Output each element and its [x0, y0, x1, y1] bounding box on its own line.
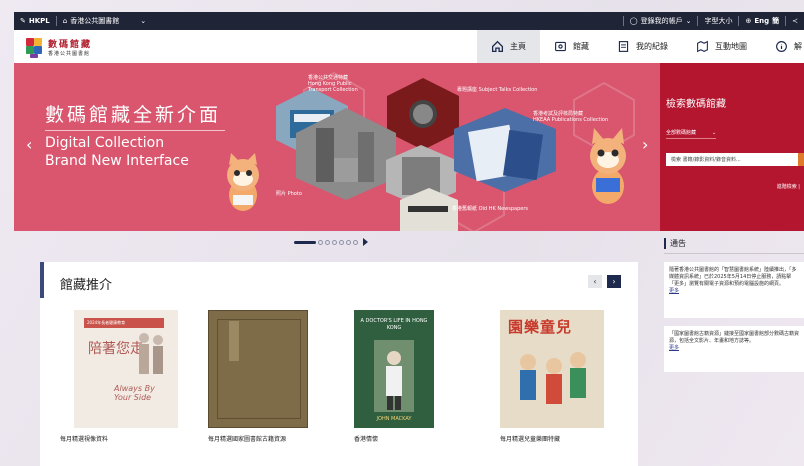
hero-label-newspapers[interactable]: 香港舊報紙 Old HK Newspapers — [452, 206, 528, 212]
info-icon — [776, 41, 787, 52]
recommend-section: 館藏推介 ‹ › 2024年長者健康教育 陪著您走 Always By Your… — [40, 262, 638, 466]
book-cover-4[interactable]: 園樂童兒 — [500, 310, 604, 428]
play-icon[interactable] — [363, 238, 368, 246]
notice-more-link-1[interactable]: 更多 — [669, 288, 799, 295]
home-icon — [491, 40, 504, 53]
search-title: 檢索數碼館藏 — [666, 99, 726, 110]
notices-header: 通告 — [664, 238, 686, 249]
search-panel: 檢索數碼館藏 全部數碼館藏 ⌄ 檢索 書籍/錄影資料/錄音資料... 進階檢索 … — [660, 63, 804, 231]
notice-more-link-2[interactable]: 更多 — [669, 345, 799, 352]
hkpl-brand[interactable]: ✎ HKPL — [14, 17, 56, 25]
hero-label-transport[interactable]: 香港公共交通特藏 Hong Kong Public Transport Coll… — [308, 75, 358, 93]
carousel-dot[interactable] — [332, 239, 337, 245]
hero-subtitle-1: Digital Collection — [45, 135, 165, 151]
nav-my-record[interactable]: 我的紀錄 — [603, 30, 682, 63]
notices-divider — [664, 253, 804, 254]
book-caption-4[interactable]: 每月精選兒童樂團特藏 — [500, 434, 560, 443]
chevron-down-icon: ⌄ — [712, 129, 717, 136]
notice-item-2: 「國家圖書館古籍資源」鏈接至國家圖書館部分數碼古籍資源，包括全文影片、年畫和地方… — [664, 326, 804, 372]
section-accent — [40, 262, 44, 298]
collection-select[interactable]: 全部數碼館藏 ⌄ — [666, 129, 717, 139]
chevron-down-icon: ⌄ — [685, 17, 692, 25]
site-logo[interactable]: 數碼館藏 香港公共圖書館 — [14, 35, 92, 59]
children-illustration — [520, 352, 586, 404]
book-cover-2[interactable] — [208, 310, 308, 428]
search-button[interactable] — [798, 153, 804, 166]
street-photo — [296, 108, 396, 200]
globe-icon: ⊕ — [745, 17, 752, 25]
logo-subtitle: 香港公共圖書館 — [48, 50, 91, 57]
notices-title: 通告 — [670, 239, 686, 248]
carousel-dot[interactable] — [346, 239, 351, 245]
site-header: 數碼館藏 香港公共圖書館 主頁 館藏 我的紀錄 互動地圖 解 — [14, 30, 804, 63]
next-button[interactable]: › — [607, 275, 621, 288]
section-title: 館藏推介 — [60, 278, 113, 293]
book-caption-2[interactable]: 每月精選國家圖書館古籍資源 — [208, 434, 286, 443]
nav-collection[interactable]: 館藏 — [540, 30, 603, 63]
collection-icon — [555, 41, 566, 52]
carousel-dot[interactable] — [339, 239, 344, 245]
share-icon: ≺ — [792, 17, 798, 25]
hero-banner[interactable]: ‹ › 數碼館藏全新介面 Digital Collection Brand Ne… — [14, 63, 660, 231]
nav-interactive-map[interactable]: 互動地圖 — [682, 30, 761, 63]
language-switch[interactable]: ⊕ Eng 簡 — [739, 16, 785, 26]
elderly-couple-illustration — [139, 333, 163, 374]
chevron-down-icon: ⌄ — [140, 17, 147, 25]
font-size-button[interactable]: 字型大小 — [698, 16, 738, 26]
notice-item-1: 隨著香港公共圖書館的「智慧圖書館系統」陸續推出，「多媒體資訊系統」已於2025年… — [664, 262, 804, 318]
hero-label-hkeaa[interactable]: 香港考試及評核局特藏 HKEAA Publications Collection — [533, 111, 608, 123]
hero-subtitle-2: Brand New Interface — [45, 153, 189, 169]
carousel-dot[interactable] — [318, 239, 323, 245]
logo-mark-icon — [24, 35, 44, 59]
page: ✎ HKPL ⌂ 香港公共圖書館 ⌄ ◯ 登錄我的帳戶 ⌄ 字型大小 ⊕ Eng… — [0, 0, 804, 466]
book-caption-1[interactable]: 每月精選視像資料 — [60, 434, 108, 443]
book-cover-1[interactable]: 2024年長者健康教育 陪著您走 Always By Your Side — [74, 310, 178, 428]
map-icon — [697, 40, 708, 53]
hero-divider — [45, 130, 225, 131]
hero-label-photo[interactable]: 照片 Photo — [276, 191, 302, 197]
nav-home[interactable]: 主頁 — [477, 30, 540, 63]
book-caption-3[interactable]: 香港情懷 — [354, 434, 378, 443]
advanced-search-link[interactable]: 進階檢索 | — [777, 183, 800, 190]
prev-button[interactable]: ‹ — [588, 275, 602, 288]
record-icon — [618, 41, 629, 52]
main-nav: 主頁 館藏 我的紀錄 互動地圖 解 — [477, 30, 804, 63]
nav-about[interactable]: 解 — [761, 30, 804, 63]
microphone-photo — [387, 78, 459, 150]
hero-prev-arrow[interactable]: ‹ — [26, 135, 32, 154]
top-bar: ✎ HKPL ⌂ 香港公共圖書館 ⌄ ◯ 登錄我的帳戶 ⌄ 字型大小 ⊕ Eng… — [14, 12, 804, 30]
hero-title: 數碼館藏全新介面 — [45, 104, 222, 126]
cat-mascot-right — [590, 128, 626, 204]
notices-accent — [664, 238, 666, 249]
carousel-indicator — [294, 238, 368, 246]
search-input[interactable]: 檢索 書籍/錄影資料/錄音資料... — [666, 153, 800, 166]
hero-label-talks[interactable]: 專題講座 Subject Talks Collection — [457, 87, 537, 93]
account-menu[interactable]: ◯ 登錄我的帳戶 ⌄ — [624, 16, 698, 26]
library-org-link[interactable]: ⌂ 香港公共圖書館 ⌄ — [57, 16, 152, 26]
cat-mascot-left — [227, 153, 259, 211]
doctor-portrait — [374, 340, 414, 412]
hero-next-arrow[interactable]: › — [642, 135, 648, 154]
logo-title: 數碼館藏 — [48, 39, 93, 50]
newspaper-photo — [400, 188, 458, 231]
carousel-dot[interactable] — [325, 239, 330, 245]
library-icon: ⌂ — [62, 17, 68, 25]
carousel-dot[interactable] — [353, 239, 358, 245]
book-cover-3[interactable]: A DOCTOR'S LIFE IN HONG KONG JOHN MACKAY — [354, 310, 434, 428]
user-icon: ◯ — [629, 17, 638, 25]
carousel-active-bar[interactable] — [294, 240, 316, 244]
share-button[interactable]: ≺ — [786, 17, 804, 25]
hkpl-logo-icon: ✎ — [20, 17, 26, 25]
